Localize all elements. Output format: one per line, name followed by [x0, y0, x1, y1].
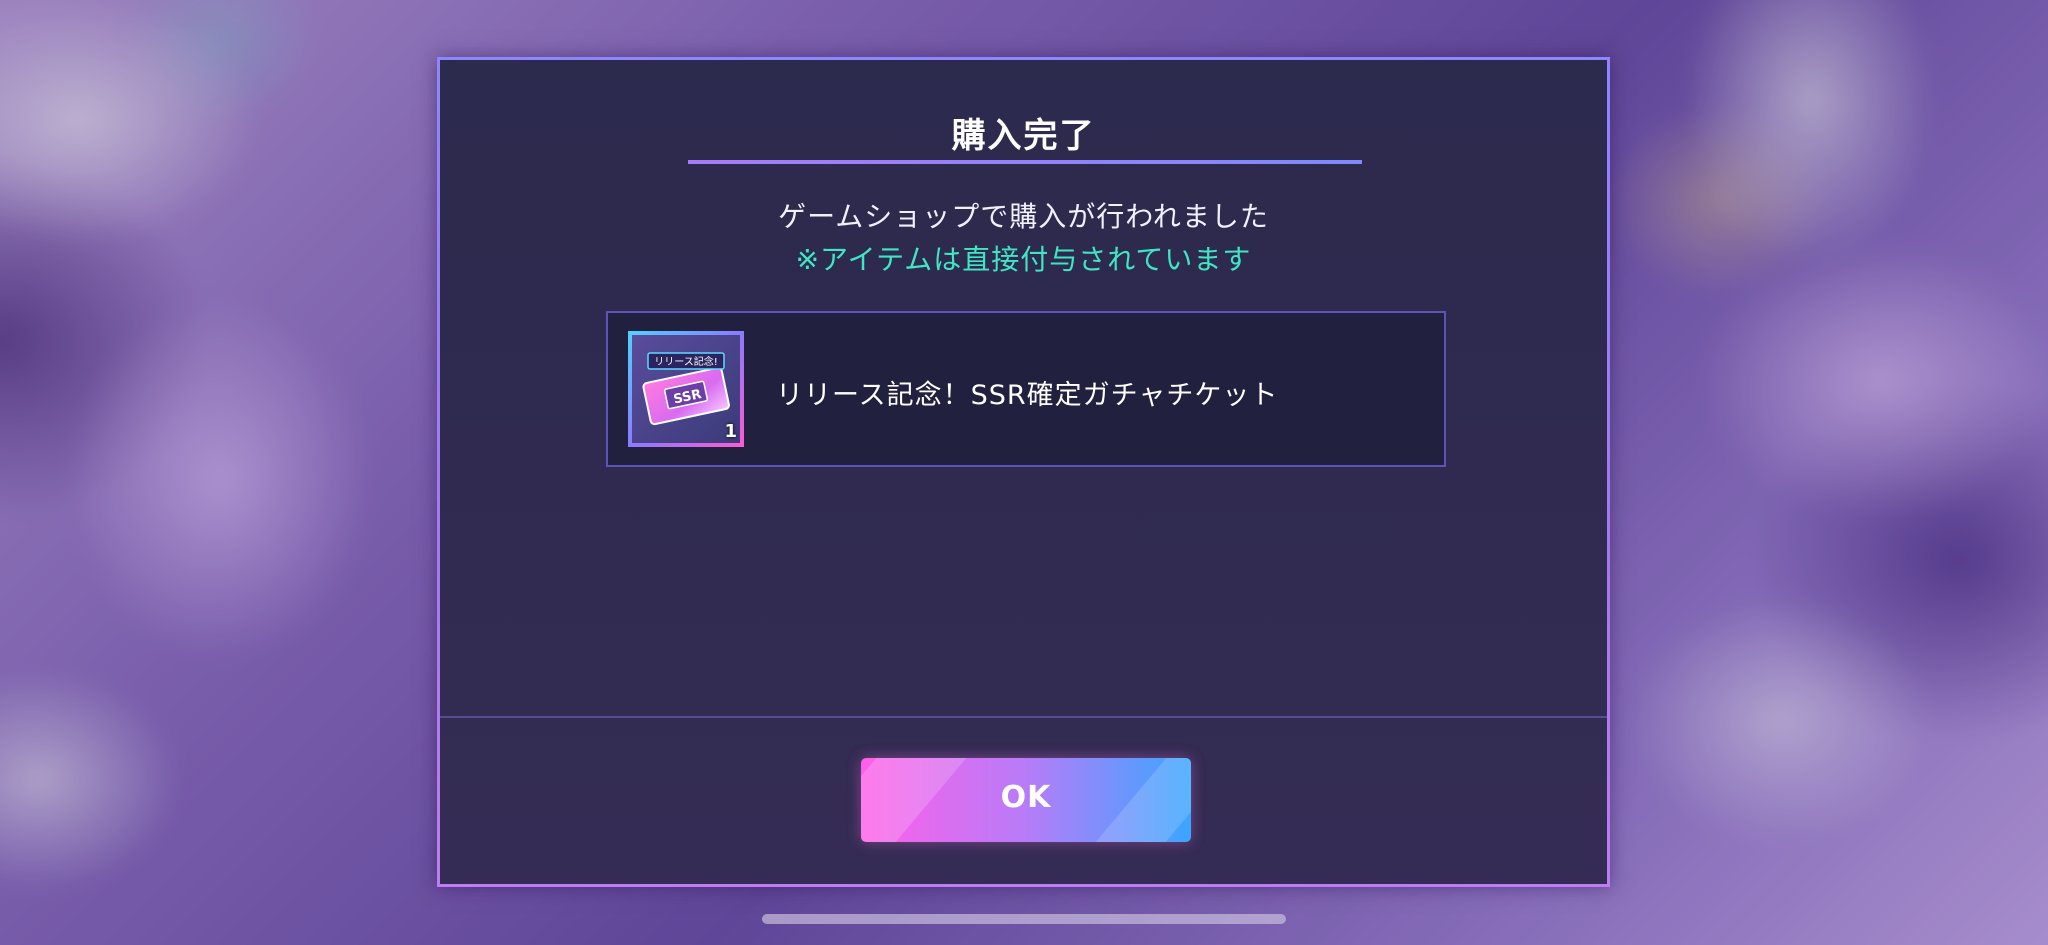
title-underline [688, 160, 1362, 164]
ok-button-label: OK [1000, 780, 1052, 815]
item-name: リリース記念！SSR確定ガチャチケット [776, 380, 1279, 411]
ticket-banner-text: リリース記念! [654, 355, 718, 368]
purchase-message: ゲームショップで購入が行われました [778, 200, 1269, 233]
item-granted-notice: ※アイテムは直接付与されています [795, 243, 1252, 276]
item-count: 1 [724, 421, 737, 442]
ok-button[interactable]: OK [861, 758, 1191, 842]
footer-divider [440, 716, 1607, 718]
game-screen: 購入完了 ゲームショップで購入が行われました ※アイテムは直接付与されています [0, 0, 2048, 945]
ssr-ticket-icon: リリース記念! SSR 1 [628, 331, 744, 447]
home-indicator-bar[interactable] [762, 914, 1286, 924]
purchased-item-row: リリース記念! SSR 1 リリース記念！SSR確定ガチャチケット [606, 311, 1446, 467]
purchase-complete-dialog: 購入完了 ゲームショップで購入が行われました ※アイテムは直接付与されています [437, 57, 1610, 887]
dialog-title: 購入完了 [951, 116, 1096, 156]
